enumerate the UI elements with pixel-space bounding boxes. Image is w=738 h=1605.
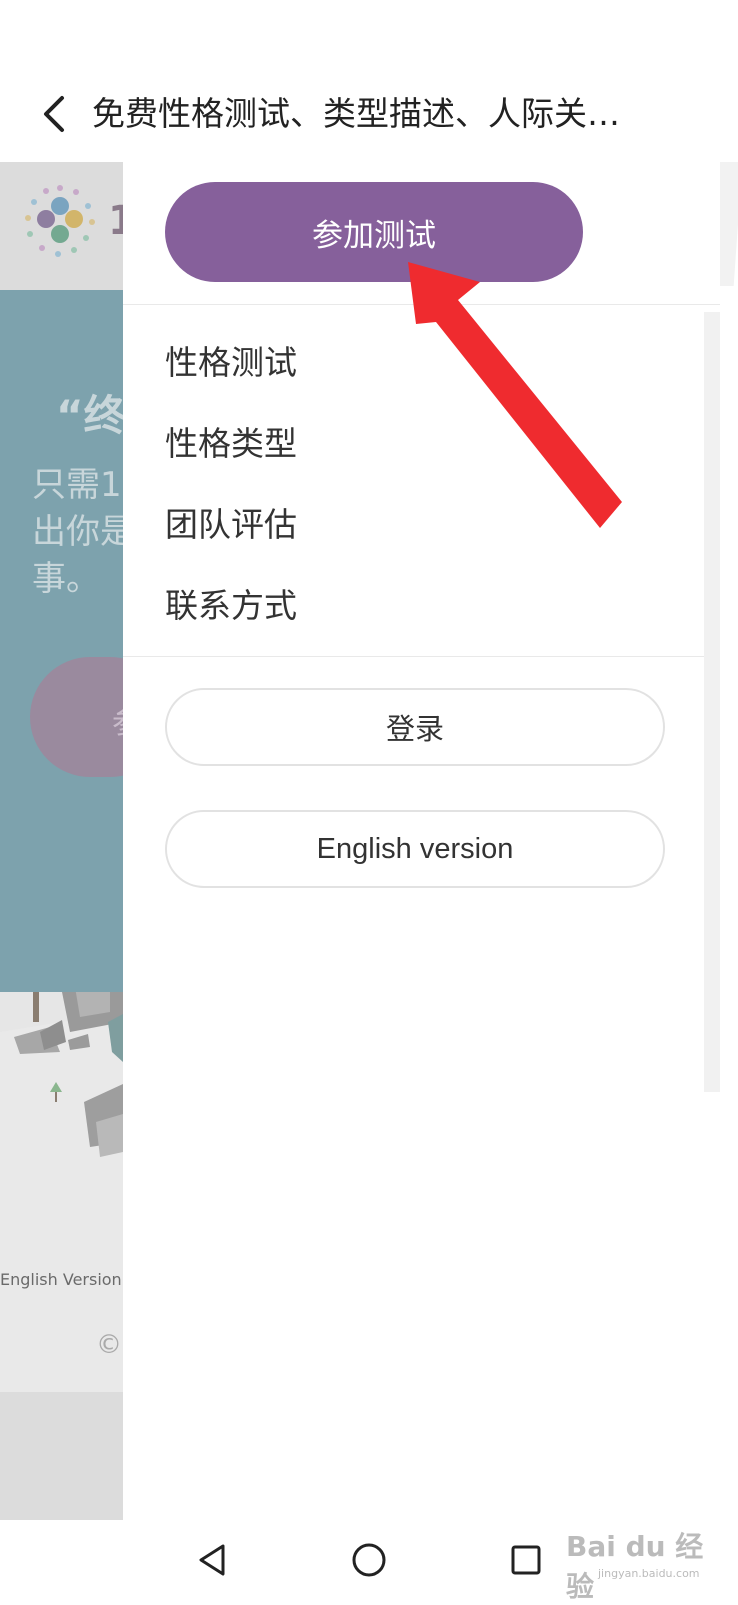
menu-item-personality-test[interactable]: 性格测试 — [165, 336, 297, 384]
background-quote: “终 — [56, 391, 123, 440]
background-logo-text: 1 — [108, 198, 123, 244]
nav-back-button[interactable] — [184, 1532, 240, 1588]
site-logo-icon — [25, 185, 95, 257]
menu-item-team-assessment[interactable]: 团队评估 — [165, 498, 297, 546]
scrollbar[interactable] — [704, 312, 720, 1092]
nav-home-button[interactable] — [341, 1532, 397, 1588]
nav-recents-button[interactable] — [498, 1532, 554, 1588]
watermark-url: jingyan.baidu.com — [598, 1567, 700, 1580]
square-recents-icon — [511, 1545, 541, 1575]
login-button[interactable]: 登录 — [165, 688, 665, 766]
take-test-button[interactable]: 参加测试 — [165, 182, 583, 282]
menu-item-personality-types[interactable]: 性格类型 — [165, 417, 297, 465]
side-menu-drawer: 参加测试 性格测试 性格类型 团队评估 联系方式 登录 English vers… — [123, 162, 720, 1520]
baidu-watermark: Bai du 经验 jingyan.baidu.com — [566, 1525, 726, 1603]
background-text-line: 出你是 — [32, 512, 123, 552]
menu-item-contact[interactable]: 联系方式 — [165, 579, 297, 627]
chevron-left-icon — [44, 96, 64, 132]
divider — [123, 656, 720, 657]
background-copyright: © — [96, 1330, 122, 1360]
circle-home-icon — [352, 1543, 386, 1577]
background-hero-text: 只需1 出你是 事。 — [32, 462, 123, 603]
background-text-line: 事。 — [32, 559, 100, 599]
background-page: 1 “终 只需1 出你是 事。 参 English Version — [0, 162, 123, 1520]
background-text-line: 只需1 — [32, 465, 122, 505]
top-app-bar: 免费性格测试、类型描述、人际关… — [0, 0, 738, 162]
back-button[interactable] — [32, 92, 76, 136]
background-english-link: English Version — [0, 1270, 122, 1289]
page-title: 免费性格测试、类型描述、人际关… — [92, 94, 620, 133]
divider — [123, 304, 720, 305]
triangle-back-icon — [199, 1544, 225, 1576]
background-cta-label: 参 — [112, 698, 123, 742]
english-version-button[interactable]: English version — [165, 810, 665, 888]
